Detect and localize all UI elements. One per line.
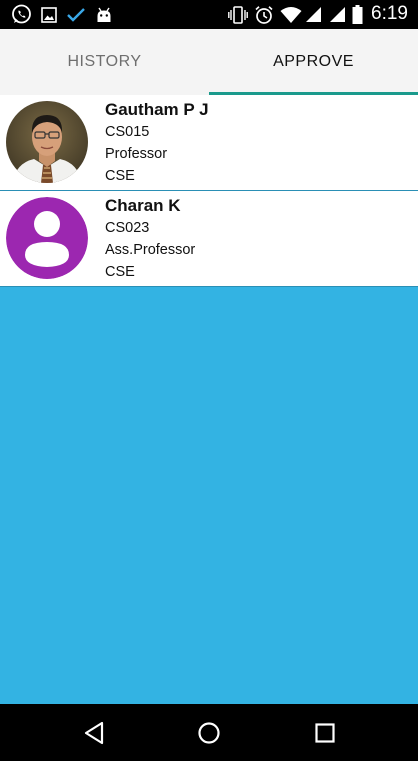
- tab-history[interactable]: HISTORY: [0, 29, 209, 95]
- back-icon[interactable]: [79, 718, 109, 748]
- list-item[interactable]: Gautham P J CS015 Professor CSE: [0, 95, 418, 191]
- whatsapp-icon: [10, 4, 32, 25]
- person-department: CSE: [105, 264, 135, 280]
- person-designation: Professor: [105, 146, 168, 162]
- tab-bar: HISTORY APPROVE: [0, 29, 418, 95]
- tab-approve[interactable]: APPROVE: [209, 29, 418, 95]
- item-details: Gautham P J CS015 Professor CSE: [105, 99, 209, 187]
- person-name: Gautham P J: [105, 100, 209, 119]
- cell-signal-icon: [328, 4, 346, 25]
- navigation-bar: [0, 704, 418, 761]
- alarm-icon: [254, 4, 274, 25]
- person-id: CS015: [105, 124, 150, 140]
- avatar: [6, 101, 88, 183]
- default-person-icon: [6, 197, 88, 279]
- profile-photo: [6, 101, 88, 183]
- avatar: [6, 197, 88, 279]
- home-icon[interactable]: [194, 718, 224, 748]
- check-icon: [66, 4, 86, 25]
- person-id: CS023: [105, 220, 150, 236]
- vibrate-icon: [228, 4, 248, 25]
- image-icon: [40, 4, 58, 25]
- approval-list: Gautham P J CS015 Professor CSE Charan K…: [0, 95, 418, 287]
- recents-icon[interactable]: [310, 718, 340, 748]
- cell-signal-icon: [304, 4, 322, 25]
- person-designation: Ass.Professor: [105, 242, 196, 258]
- list-item[interactable]: Charan K CS023 Ass.Professor CSE: [0, 191, 418, 287]
- wifi-icon: [280, 4, 302, 25]
- person-name: Charan K: [105, 196, 181, 215]
- status-bar: 6:19: [0, 0, 418, 29]
- battery-icon: [351, 4, 363, 25]
- clock-time: 6:19: [371, 3, 408, 24]
- item-details: Charan K CS023 Ass.Professor CSE: [105, 195, 195, 283]
- android-icon: [95, 4, 113, 25]
- person-department: CSE: [105, 168, 135, 184]
